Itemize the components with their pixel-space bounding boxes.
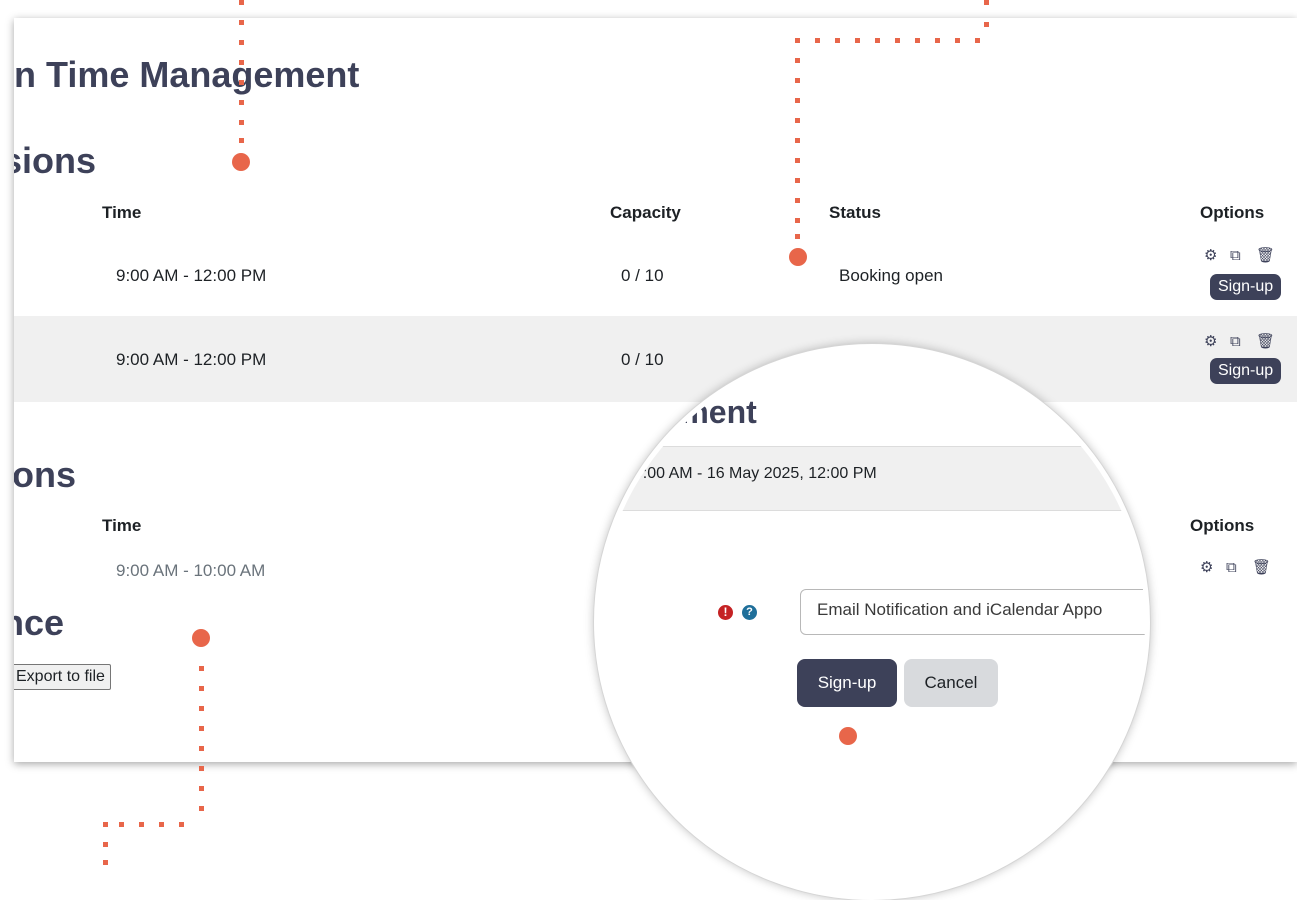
zoom-session-date: , 9:00 AM - 16 May 2025, 12:00 PM <box>625 465 877 482</box>
annotation-marker <box>192 629 210 647</box>
annotation-marker <box>839 727 857 745</box>
annotation-marker <box>789 248 807 266</box>
question-icon[interactable]: ? <box>742 605 757 620</box>
zoom-cancel-button[interactable]: Cancel <box>904 659 998 707</box>
annotation-marker <box>232 153 250 171</box>
zoom-signup-button[interactable]: Sign-up <box>797 659 897 707</box>
exclamation-icon: ! <box>718 605 733 620</box>
zoom-magnifier: gement , 9:00 AM - 16 May 2025, 12:00 PM… <box>594 344 1150 900</box>
zoom-page-title: gement <box>643 394 757 430</box>
notification-type-value: Email Notification and iCalendar Appo <box>817 600 1103 619</box>
